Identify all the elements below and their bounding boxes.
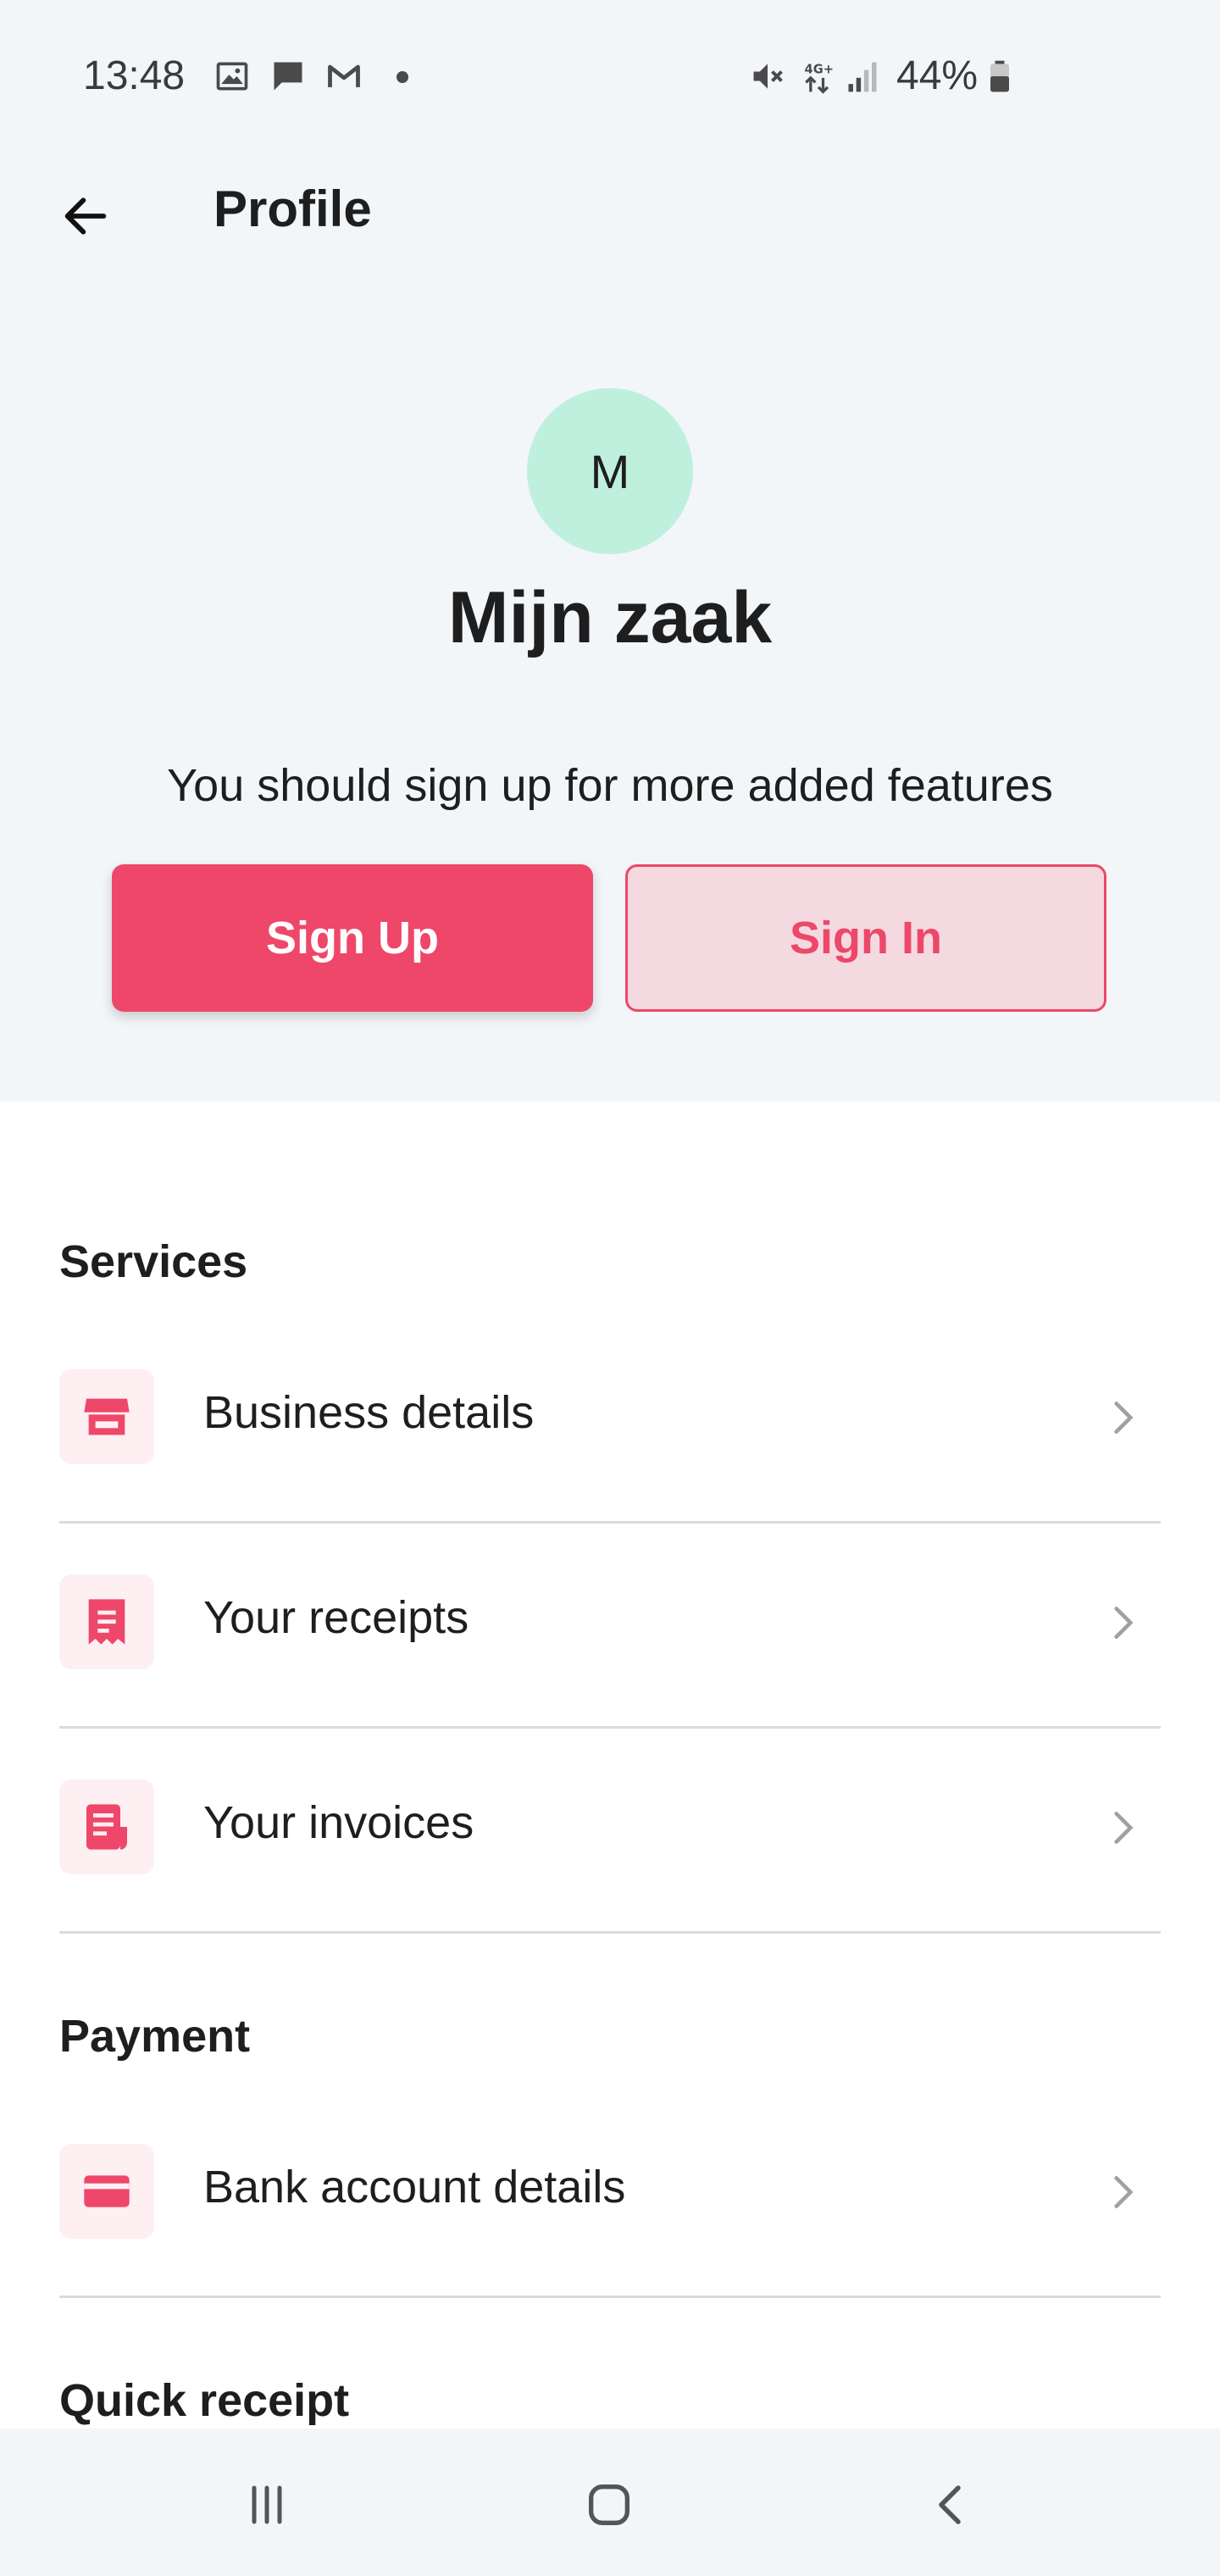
back-button[interactable] — [47, 178, 124, 254]
store-icon — [84, 1398, 130, 1435]
business-name: Mijn zaak — [447, 577, 773, 658]
system-nav-bar — [0, 2429, 1220, 2576]
menu-icon-box — [59, 1369, 154, 1464]
app-bar: Profile — [0, 153, 1220, 271]
menu-icon-box — [59, 1574, 154, 1669]
chevron-right-icon — [1114, 1607, 1134, 1639]
status-bar: 13:48 4G+ 44% — [0, 0, 1220, 153]
profile-screen: 13:48 4G+ 44% Profile M Mijn zaak You sh… — [0, 0, 1220, 2576]
network-4g-icon: 4G+ — [805, 62, 835, 94]
sign-up-button[interactable]: Sign Up — [112, 864, 593, 1012]
payment-section-title: Payment — [59, 2011, 251, 2062]
chevron-right-icon — [1114, 1402, 1134, 1434]
gallery-icon — [216, 62, 248, 91]
recents-icon — [252, 2485, 282, 2524]
battery-icon — [990, 60, 1009, 92]
home-button[interactable] — [563, 2462, 656, 2547]
system-back-button[interactable] — [903, 2462, 996, 2547]
signal-icon — [848, 62, 877, 92]
chevron-right-icon — [1114, 2176, 1134, 2208]
invoice-icon — [86, 1804, 127, 1850]
menu-item-label: Your receipts — [203, 1592, 469, 1643]
credit-card-icon — [84, 2175, 130, 2207]
home-icon — [589, 2484, 629, 2525]
menu-item-bank-account-details[interactable]: Bank account details — [59, 2093, 1161, 2298]
signup-hint: You should sign up for more added featur… — [167, 760, 1053, 811]
avatar-initial: M — [590, 444, 630, 498]
menu-icon-box — [59, 2144, 154, 2239]
menu-icon-box — [59, 1779, 154, 1874]
menu-item-label: Your invoices — [203, 1797, 474, 1848]
chevron-right-icon — [1114, 1812, 1134, 1844]
status-time: 13:48 — [83, 53, 186, 98]
menu-item-your-receipts[interactable]: Your receipts — [59, 1524, 1161, 1729]
mute-icon — [753, 64, 783, 89]
menu-item-label: Business details — [203, 1387, 535, 1438]
avatar: M — [527, 388, 693, 554]
back-icon — [939, 2485, 961, 2524]
arrow-left-icon — [64, 197, 107, 235]
sign-in-button[interactable]: Sign In — [625, 864, 1106, 1012]
menu-item-label: Bank account details — [203, 2162, 626, 2212]
menu-item-your-invoices[interactable]: Your invoices — [59, 1729, 1161, 1934]
services-section-title: Services — [59, 1236, 248, 1287]
receipt-icon — [88, 1599, 125, 1645]
menu-item-business-details[interactable]: Business details — [59, 1319, 1161, 1524]
svg-text:4G+: 4G+ — [805, 62, 835, 76]
message-icon — [274, 62, 302, 91]
battery-level: 44% — [896, 53, 979, 98]
recents-button[interactable] — [220, 2462, 313, 2547]
page-title: Profile — [214, 180, 372, 237]
sign-up-label: Sign Up — [266, 913, 439, 963]
dot-icon — [396, 71, 408, 83]
sign-in-label: Sign In — [790, 913, 942, 963]
gmail-icon — [328, 64, 360, 87]
quick-receipt-section-title: Quick receipt — [59, 2375, 350, 2426]
